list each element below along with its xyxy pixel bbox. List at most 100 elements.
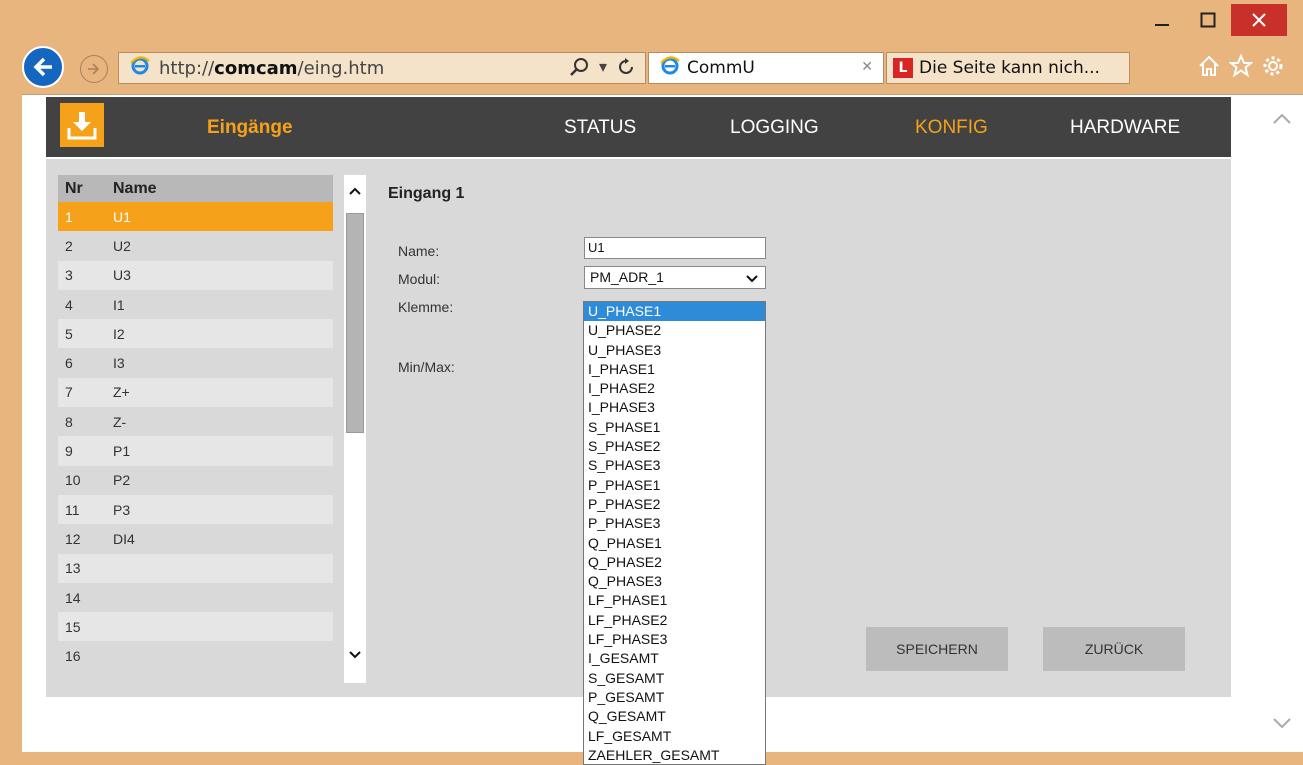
forward-button[interactable] xyxy=(80,55,108,83)
list-item[interactable]: 12 DI4 xyxy=(58,524,333,554)
tab-error[interactable]: L Die Seite kann nich... xyxy=(886,52,1130,84)
list-item[interactable]: 7 Z+ xyxy=(58,377,333,408)
nav-hardware[interactable]: HARDWARE xyxy=(1070,117,1180,139)
list-item-nr: 11 xyxy=(65,501,80,518)
l-logo-icon: L xyxy=(893,58,913,78)
dropdown-option[interactable]: LF_GESAMT xyxy=(584,727,765,746)
dropdown-option[interactable]: S_PHASE2 xyxy=(584,437,765,456)
dropdown-option[interactable]: P_PHASE2 xyxy=(584,495,765,514)
list-item[interactable]: 13 xyxy=(58,553,333,583)
star-icon[interactable] xyxy=(1229,54,1253,78)
list-item[interactable]: 4 I1 xyxy=(58,289,333,320)
scrollbar-thumb[interactable] xyxy=(346,213,364,433)
dropdown-option[interactable]: I_GESAMT xyxy=(584,649,765,668)
label-minmax: Min/Max: xyxy=(398,359,455,375)
dropdown-option[interactable]: I_PHASE3 xyxy=(584,398,765,417)
list-item-nr: 5 xyxy=(65,325,73,342)
minimize-icon xyxy=(1155,24,1169,26)
list-item-name: P3 xyxy=(113,501,131,518)
chevron-up-icon[interactable] xyxy=(348,183,362,201)
dropdown-option[interactable]: U_PHASE2 xyxy=(584,321,765,340)
search-icon[interactable] xyxy=(569,57,589,77)
list-item-name: P1 xyxy=(113,443,131,460)
dropdown-option[interactable]: LF_PHASE1 xyxy=(584,591,765,610)
list-item-name: U3 xyxy=(113,267,131,284)
form-title: Eingang 1 xyxy=(388,185,465,202)
nav-logging[interactable]: LOGGING xyxy=(730,117,819,139)
tab-close-icon[interactable]: ✕ xyxy=(861,59,873,75)
gear-icon[interactable] xyxy=(1261,54,1285,78)
list-item[interactable]: 1 U1 xyxy=(58,202,333,232)
label-modul: Modul: xyxy=(398,271,441,287)
list-item-name: U1 xyxy=(113,208,131,225)
chevron-up-icon[interactable] xyxy=(1272,111,1292,130)
dropdown-option[interactable]: P_PHASE1 xyxy=(584,476,765,495)
home-icon[interactable] xyxy=(1197,54,1221,78)
dropdown-option[interactable]: S_PHASE1 xyxy=(584,418,765,437)
dropdown-option[interactable]: U_PHASE3 xyxy=(584,341,765,360)
window-controls xyxy=(1139,4,1287,36)
list-item[interactable]: 16 xyxy=(58,641,333,671)
list-item[interactable]: 15 xyxy=(58,612,333,642)
dropdown-option[interactable]: Q_GESAMT xyxy=(584,707,765,726)
list-scrollbar[interactable] xyxy=(344,175,366,683)
label-klemme: Klemme: xyxy=(398,299,454,315)
list-item[interactable]: 5 I2 xyxy=(58,319,333,349)
tab-commu[interactable]: CommU ✕ xyxy=(648,52,884,84)
dropdown-option[interactable]: S_PHASE3 xyxy=(584,456,765,475)
dropdown-option[interactable]: U_PHASE1 xyxy=(584,302,765,322)
maximize-button[interactable] xyxy=(1185,4,1231,36)
back-button[interactable] xyxy=(22,46,64,88)
list-item-nr: 14 xyxy=(65,589,81,606)
modul-select[interactable]: PM_ADR_1 xyxy=(584,266,766,289)
list-item[interactable]: 8 Z- xyxy=(58,407,333,437)
chevron-down-icon xyxy=(745,270,759,291)
list-item-nr: 2 xyxy=(65,237,73,254)
nav-konfig[interactable]: KONFIG xyxy=(915,117,988,139)
page-title: Eingänge xyxy=(207,117,293,138)
list-item[interactable]: 6 I3 xyxy=(58,348,333,378)
nav-status[interactable]: STATUS xyxy=(564,117,636,139)
dropdown-option[interactable]: P_GESAMT xyxy=(584,688,765,707)
klemme-dropdown-list[interactable]: U_PHASE1 U_PHASE2 U_PHASE3 I_PHASE1 I_PHASE2… xyxy=(583,301,766,765)
download-logo-icon xyxy=(60,103,104,147)
list-item-nr: 7 xyxy=(65,384,73,401)
dropdown-option[interactable]: LF_PHASE3 xyxy=(584,630,765,649)
list-item[interactable]: 2 U2 xyxy=(58,231,333,261)
close-button[interactable] xyxy=(1231,4,1287,36)
list-item-nr: 4 xyxy=(65,296,73,313)
list-item[interactable]: 9 P1 xyxy=(58,436,333,466)
dropdown-option[interactable]: Q_PHASE3 xyxy=(584,572,765,591)
dropdown-option[interactable]: P_PHASE3 xyxy=(584,514,765,533)
list-item[interactable]: 3 U3 xyxy=(58,260,333,290)
list-item-nr: 10 xyxy=(65,472,81,489)
list-item-name: DI4 xyxy=(113,530,135,547)
dropdown-option[interactable]: S_GESAMT xyxy=(584,669,765,688)
list-item[interactable]: 14 xyxy=(58,582,333,613)
dropdown-option[interactable]: Q_PHASE1 xyxy=(584,534,765,553)
list-item[interactable]: 10 P2 xyxy=(58,465,333,495)
browser-toolbar: http://comcam/eing.htm ▾ CommU ✕ L Die S… xyxy=(0,44,1303,98)
page-scrollbar[interactable] xyxy=(1261,95,1303,752)
tab-title: Die Seite kann nich... xyxy=(919,58,1100,78)
list-item-nr: 1 xyxy=(65,208,73,225)
dropdown-arrow-icon[interactable]: ▾ xyxy=(599,57,607,77)
list-item[interactable]: 11 P3 xyxy=(58,494,333,525)
chevron-down-icon[interactable] xyxy=(1272,717,1292,736)
minimize-button[interactable] xyxy=(1139,4,1185,36)
list-item-name: U2 xyxy=(113,237,131,254)
refresh-icon[interactable] xyxy=(617,58,635,76)
name-input[interactable]: U1 xyxy=(584,237,766,259)
dropdown-option[interactable]: I_PHASE2 xyxy=(584,379,765,398)
dropdown-option[interactable]: LF_PHASE2 xyxy=(584,611,765,630)
dropdown-option[interactable]: Q_PHASE2 xyxy=(584,553,765,572)
chevron-down-icon[interactable] xyxy=(348,647,362,665)
back-button-form[interactable]: ZURÜCK xyxy=(1043,627,1185,671)
maximize-icon xyxy=(1200,12,1216,28)
list-item-nr: 16 xyxy=(65,648,81,665)
dropdown-option[interactable]: ZAEHLER_GESAMT xyxy=(584,746,765,764)
dropdown-option[interactable]: I_PHASE1 xyxy=(584,360,765,379)
list-item-name: I1 xyxy=(113,296,125,313)
address-bar[interactable]: http://comcam/eing.htm ▾ xyxy=(118,52,646,84)
save-button[interactable]: SPEICHERN xyxy=(866,627,1008,671)
